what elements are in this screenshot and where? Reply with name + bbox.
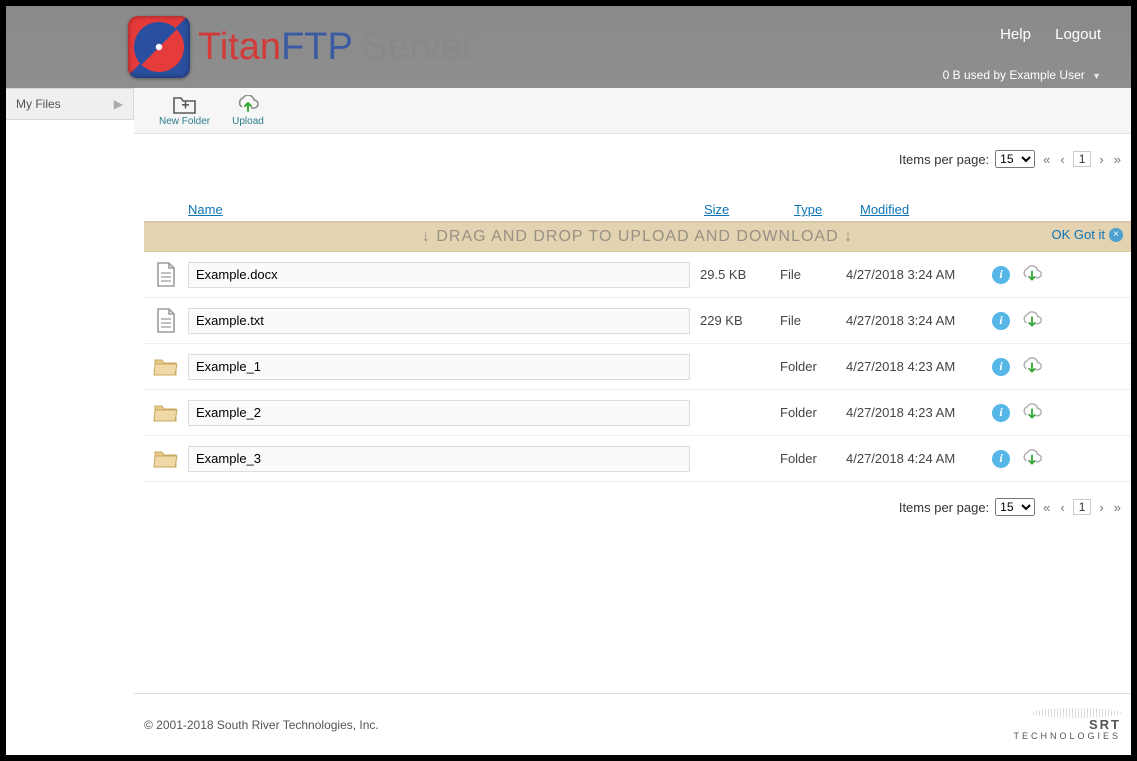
usage-text: 0 B used by: [943, 68, 1006, 82]
pager-top: Items per page: 15 « ‹ 1 › »: [144, 134, 1131, 178]
pager-prev[interactable]: ‹: [1058, 500, 1066, 515]
file-name-input[interactable]: [188, 308, 690, 334]
pager-last[interactable]: »: [1112, 500, 1123, 515]
logo-icon: [128, 16, 190, 78]
sidebar: My Files ▶: [6, 88, 134, 755]
brand-part1: Titan: [198, 26, 281, 68]
drag-drop-banner: ↓ DRAG AND DROP TO UPLOAD AND DOWNLOAD ↓…: [144, 222, 1131, 252]
download-icon[interactable]: [1020, 311, 1044, 331]
file-name-input[interactable]: [188, 400, 690, 426]
header-bar: TitanFTP Server Help Logout 0 B used by …: [6, 6, 1131, 88]
info-icon[interactable]: i: [992, 450, 1010, 468]
sidebar-item-label: My Files: [16, 97, 61, 111]
download-icon[interactable]: [1020, 449, 1044, 469]
main-panel: New Folder Upload Items per page: 15 « ‹…: [134, 88, 1131, 755]
usage-info: 0 B used by Example User ▼: [943, 68, 1101, 82]
help-link[interactable]: Help: [1000, 26, 1031, 43]
logo-text: TitanFTP Server: [198, 26, 475, 69]
file-modified: 4/27/2018 4:23 AM: [846, 405, 986, 420]
app-window: TitanFTP Server Help Logout 0 B used by …: [6, 6, 1131, 755]
info-icon[interactable]: i: [992, 266, 1010, 284]
folder-icon: [144, 402, 188, 424]
brand-part3: Server: [352, 26, 474, 68]
file-name-input[interactable]: [188, 262, 690, 288]
folder-icon: [144, 356, 188, 378]
banner-dismiss[interactable]: OK Got it ×: [1052, 227, 1123, 242]
items-per-page-label: Items per page:: [899, 152, 989, 167]
body: My Files ▶ New Folder Upload: [6, 88, 1131, 755]
info-icon[interactable]: i: [992, 404, 1010, 422]
pager-first[interactable]: «: [1041, 500, 1052, 515]
pager-next[interactable]: ›: [1097, 152, 1105, 167]
file-list: 29.5 KBFile4/27/2018 3:24 AMi229 KBFile4…: [144, 252, 1131, 482]
file-name-input[interactable]: [188, 354, 690, 380]
close-icon: ×: [1109, 228, 1123, 242]
file-type: Folder: [780, 451, 846, 466]
file-icon: [144, 262, 188, 288]
file-modified: 4/27/2018 3:24 AM: [846, 267, 986, 282]
items-per-page-label: Items per page:: [899, 500, 989, 515]
srt-logo: SRT TECHNOLOGIES: [1013, 708, 1121, 741]
table-row: Folder4/27/2018 4:23 AM i: [144, 390, 1131, 436]
col-type[interactable]: Type: [794, 202, 860, 217]
file-type: File: [780, 313, 846, 328]
items-per-page-select[interactable]: 15: [995, 498, 1035, 516]
info-icon[interactable]: i: [992, 358, 1010, 376]
table-header: Name Size Type Modified: [144, 178, 1131, 222]
download-icon[interactable]: [1020, 403, 1044, 423]
new-folder-icon: [172, 94, 198, 116]
username-dropdown[interactable]: Example User ▼: [1009, 68, 1101, 82]
items-per-page-select[interactable]: 15: [995, 150, 1035, 168]
footer: © 2001-2018 South River Technologies, In…: [134, 693, 1131, 755]
col-name[interactable]: Name: [188, 202, 704, 217]
upload-icon: [235, 94, 261, 116]
file-name-input[interactable]: [188, 446, 690, 472]
pager-current: 1: [1073, 499, 1092, 515]
col-modified[interactable]: Modified: [860, 202, 1000, 217]
file-modified: 4/27/2018 4:23 AM: [846, 359, 986, 374]
info-icon[interactable]: i: [992, 312, 1010, 330]
file-icon: [144, 308, 188, 334]
chevron-right-icon: ▶: [114, 97, 123, 111]
file-type: File: [780, 267, 846, 282]
new-folder-button[interactable]: New Folder: [159, 94, 210, 127]
file-size: 29.5 KB: [690, 267, 780, 282]
table-row: 229 KBFile4/27/2018 3:24 AM i: [144, 298, 1131, 344]
file-type: Folder: [780, 359, 846, 374]
logout-link[interactable]: Logout: [1055, 26, 1101, 43]
pager-prev[interactable]: ‹: [1058, 152, 1066, 167]
brand-part2: FTP: [281, 26, 352, 68]
upload-button[interactable]: Upload: [232, 94, 264, 127]
file-modified: 4/27/2018 3:24 AM: [846, 313, 986, 328]
download-icon[interactable]: [1020, 357, 1044, 377]
file-type: Folder: [780, 405, 846, 420]
download-icon[interactable]: [1020, 265, 1044, 285]
pager-current: 1: [1073, 151, 1092, 167]
col-size[interactable]: Size: [704, 202, 794, 217]
folder-icon: [144, 448, 188, 470]
pager-next[interactable]: ›: [1097, 500, 1105, 515]
new-folder-label: New Folder: [159, 116, 210, 127]
file-modified: 4/27/2018 4:24 AM: [846, 451, 986, 466]
sidebar-item-myfiles[interactable]: My Files ▶: [6, 88, 134, 120]
app-logo: TitanFTP Server: [128, 16, 475, 78]
content: Items per page: 15 « ‹ 1 › » Name Size T…: [134, 134, 1131, 526]
toolbar: New Folder Upload: [134, 88, 1131, 134]
table-row: 29.5 KBFile4/27/2018 3:24 AM i: [144, 252, 1131, 298]
table-row: Folder4/27/2018 4:24 AM i: [144, 436, 1131, 482]
upload-label: Upload: [232, 116, 264, 127]
copyright: © 2001-2018 South River Technologies, In…: [144, 718, 379, 732]
banner-text: ↓ DRAG AND DROP TO UPLOAD AND DOWNLOAD ↓: [422, 228, 853, 245]
file-size: 229 KB: [690, 313, 780, 328]
pager-first[interactable]: «: [1041, 152, 1052, 167]
pager-last[interactable]: »: [1112, 152, 1123, 167]
table-row: Folder4/27/2018 4:23 AM i: [144, 344, 1131, 390]
chevron-down-icon: ▼: [1092, 71, 1101, 81]
pager-bottom: Items per page: 15 « ‹ 1 › »: [144, 482, 1131, 526]
header-links: Help Logout: [980, 26, 1101, 43]
